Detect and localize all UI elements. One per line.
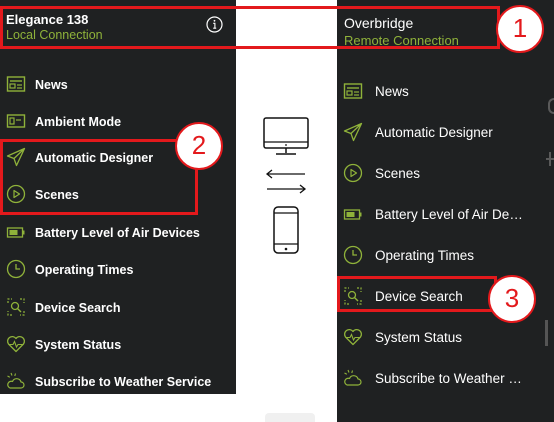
weather-icon: [7, 372, 25, 389]
monitor-icon: [263, 117, 309, 155]
sidebar-item-system-status[interactable]: System Status: [337, 321, 554, 353]
callout-number-3: 3: [488, 275, 536, 323]
partial-edge-glyph: [548, 98, 554, 114]
sidebar-item-label: Subscribe to Weather …: [375, 371, 522, 386]
sidebar-item-operating-times[interactable]: Operating Times: [0, 255, 236, 287]
news-icon: [343, 83, 363, 99]
heart-pulse-icon: [343, 328, 363, 346]
sidebar-item-label: System Status: [35, 338, 122, 352]
sidebar-item-news[interactable]: News: [337, 75, 554, 107]
sidebar-item-label: Battery Level of Air Devices: [35, 226, 200, 240]
battery-icon: [343, 209, 362, 220]
device-search-icon: [7, 298, 25, 316]
highlight-box-header: [0, 6, 500, 49]
highlight-box-designer-scenes: [0, 139, 198, 215]
sidebar-item-label: News: [375, 84, 409, 99]
paper-plane-icon: [343, 122, 363, 142]
sidebar-item-weather-service[interactable]: Subscribe to Weather Service: [0, 367, 236, 394]
sidebar-item-label: News: [35, 78, 68, 92]
play-circle-icon: [343, 163, 363, 183]
bidirectional-arrows-icon: [265, 169, 307, 194]
sidebar-item-label: Scenes: [375, 166, 421, 181]
sidebar-item-label: Ambient Mode: [35, 115, 122, 129]
sidebar-item-battery-level[interactable]: Battery Level of Air De…: [337, 198, 554, 230]
highlight-box-device-search: [337, 276, 497, 312]
heart-pulse-icon: [6, 335, 26, 353]
weather-icon: [344, 369, 362, 386]
sidebar-item-label: Operating Times: [35, 263, 134, 277]
news-icon: [6, 76, 26, 92]
sidebar-item-label: Operating Times: [375, 248, 475, 263]
ambient-mode-icon: [6, 114, 26, 128]
sidebar-item-automatic-designer[interactable]: Automatic Designer: [337, 116, 554, 148]
battery-icon: [6, 227, 25, 238]
sidebar-item-weather-service[interactable]: Subscribe to Weather …: [337, 362, 554, 394]
sidebar-item-system-status[interactable]: System Status: [0, 330, 236, 362]
sidebar-item-label: Device Search: [35, 301, 121, 315]
partial-edge-glyph: [549, 152, 551, 166]
clock-icon: [6, 259, 26, 279]
remote-connection-panel: Overbridge Remote Connection News Automa…: [337, 0, 554, 422]
sidebar-item-label: Subscribe to Weather Service: [35, 375, 212, 389]
clock-icon: [343, 245, 363, 265]
scrollbar[interactable]: [545, 320, 548, 346]
sidebar-item-scenes[interactable]: Scenes: [337, 157, 554, 189]
sidebar-item-label: System Status: [375, 330, 463, 345]
callout-number-1: 1: [496, 5, 544, 53]
sidebar-item-news[interactable]: News: [0, 68, 236, 100]
connection-diagram: [263, 117, 309, 254]
home-indicator-bar: [265, 413, 315, 422]
sidebar-item-device-search[interactable]: Device Search: [0, 292, 236, 324]
sidebar-item-label: Battery Level of Air De…: [375, 207, 523, 222]
sidebar-item-battery-level[interactable]: Battery Level of Air Devices: [0, 217, 236, 249]
sidebar-item-label: Automatic Designer: [375, 125, 493, 140]
smartphone-icon: [273, 206, 299, 254]
sidebar-item-operating-times[interactable]: Operating Times: [337, 239, 554, 271]
callout-number-2: 2: [175, 122, 223, 170]
